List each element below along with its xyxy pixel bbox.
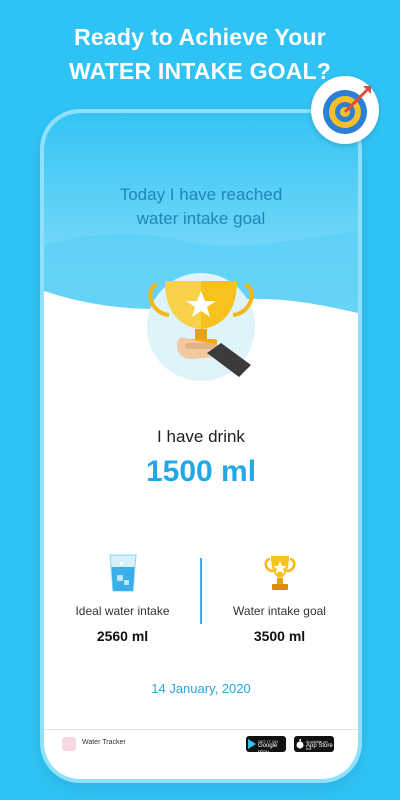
apple-icon <box>296 739 304 749</box>
goal-reached-line2: water intake goal <box>136 209 266 228</box>
trophy-illustration <box>147 273 255 381</box>
app-store-text: App Store <box>306 743 333 749</box>
target-bullseye-icon <box>323 86 371 134</box>
footer-bar: Water Tracker GET IT ON Google play Avai… <box>44 730 358 760</box>
google-play-badge[interactable]: GET IT ON Google play <box>246 736 286 756</box>
ideal-intake-stat: Ideal water intake 2560 ml <box>44 553 201 644</box>
trophy-icon <box>264 556 295 590</box>
intake-goal-value: 3500 ml <box>253 628 306 644</box>
headline-line1: Ready to Achieve Your <box>74 24 326 50</box>
google-play-text: Google play <box>258 743 278 756</box>
drink-amount: 1500 ml <box>145 455 257 488</box>
goal-reached-line1: Today I have reached <box>119 185 283 204</box>
ideal-intake-label: Ideal water intake <box>75 604 170 618</box>
phone-frame: Today I have reached water intake goal I… <box>44 113 358 779</box>
water-glass-icon <box>108 554 137 592</box>
intake-goal-stat: Water intake goal 3500 ml <box>201 553 358 644</box>
ideal-intake-value: 2560 ml <box>96 628 149 644</box>
drink-label: I have drink <box>157 427 245 446</box>
goal-reached-message: Today I have reached water intake goal <box>44 183 358 231</box>
app-logo-icon <box>62 737 76 751</box>
trophy-in-hand-icon <box>148 281 254 377</box>
target-badge <box>311 76 379 144</box>
intake-goal-label: Water intake goal <box>233 604 326 618</box>
date-label: 14 January, 2020 <box>151 681 251 696</box>
app-name: Water Tracker <box>82 739 126 746</box>
app-store-badge[interactable]: Available on the App Store <box>294 736 334 752</box>
google-play-icon <box>248 739 256 749</box>
